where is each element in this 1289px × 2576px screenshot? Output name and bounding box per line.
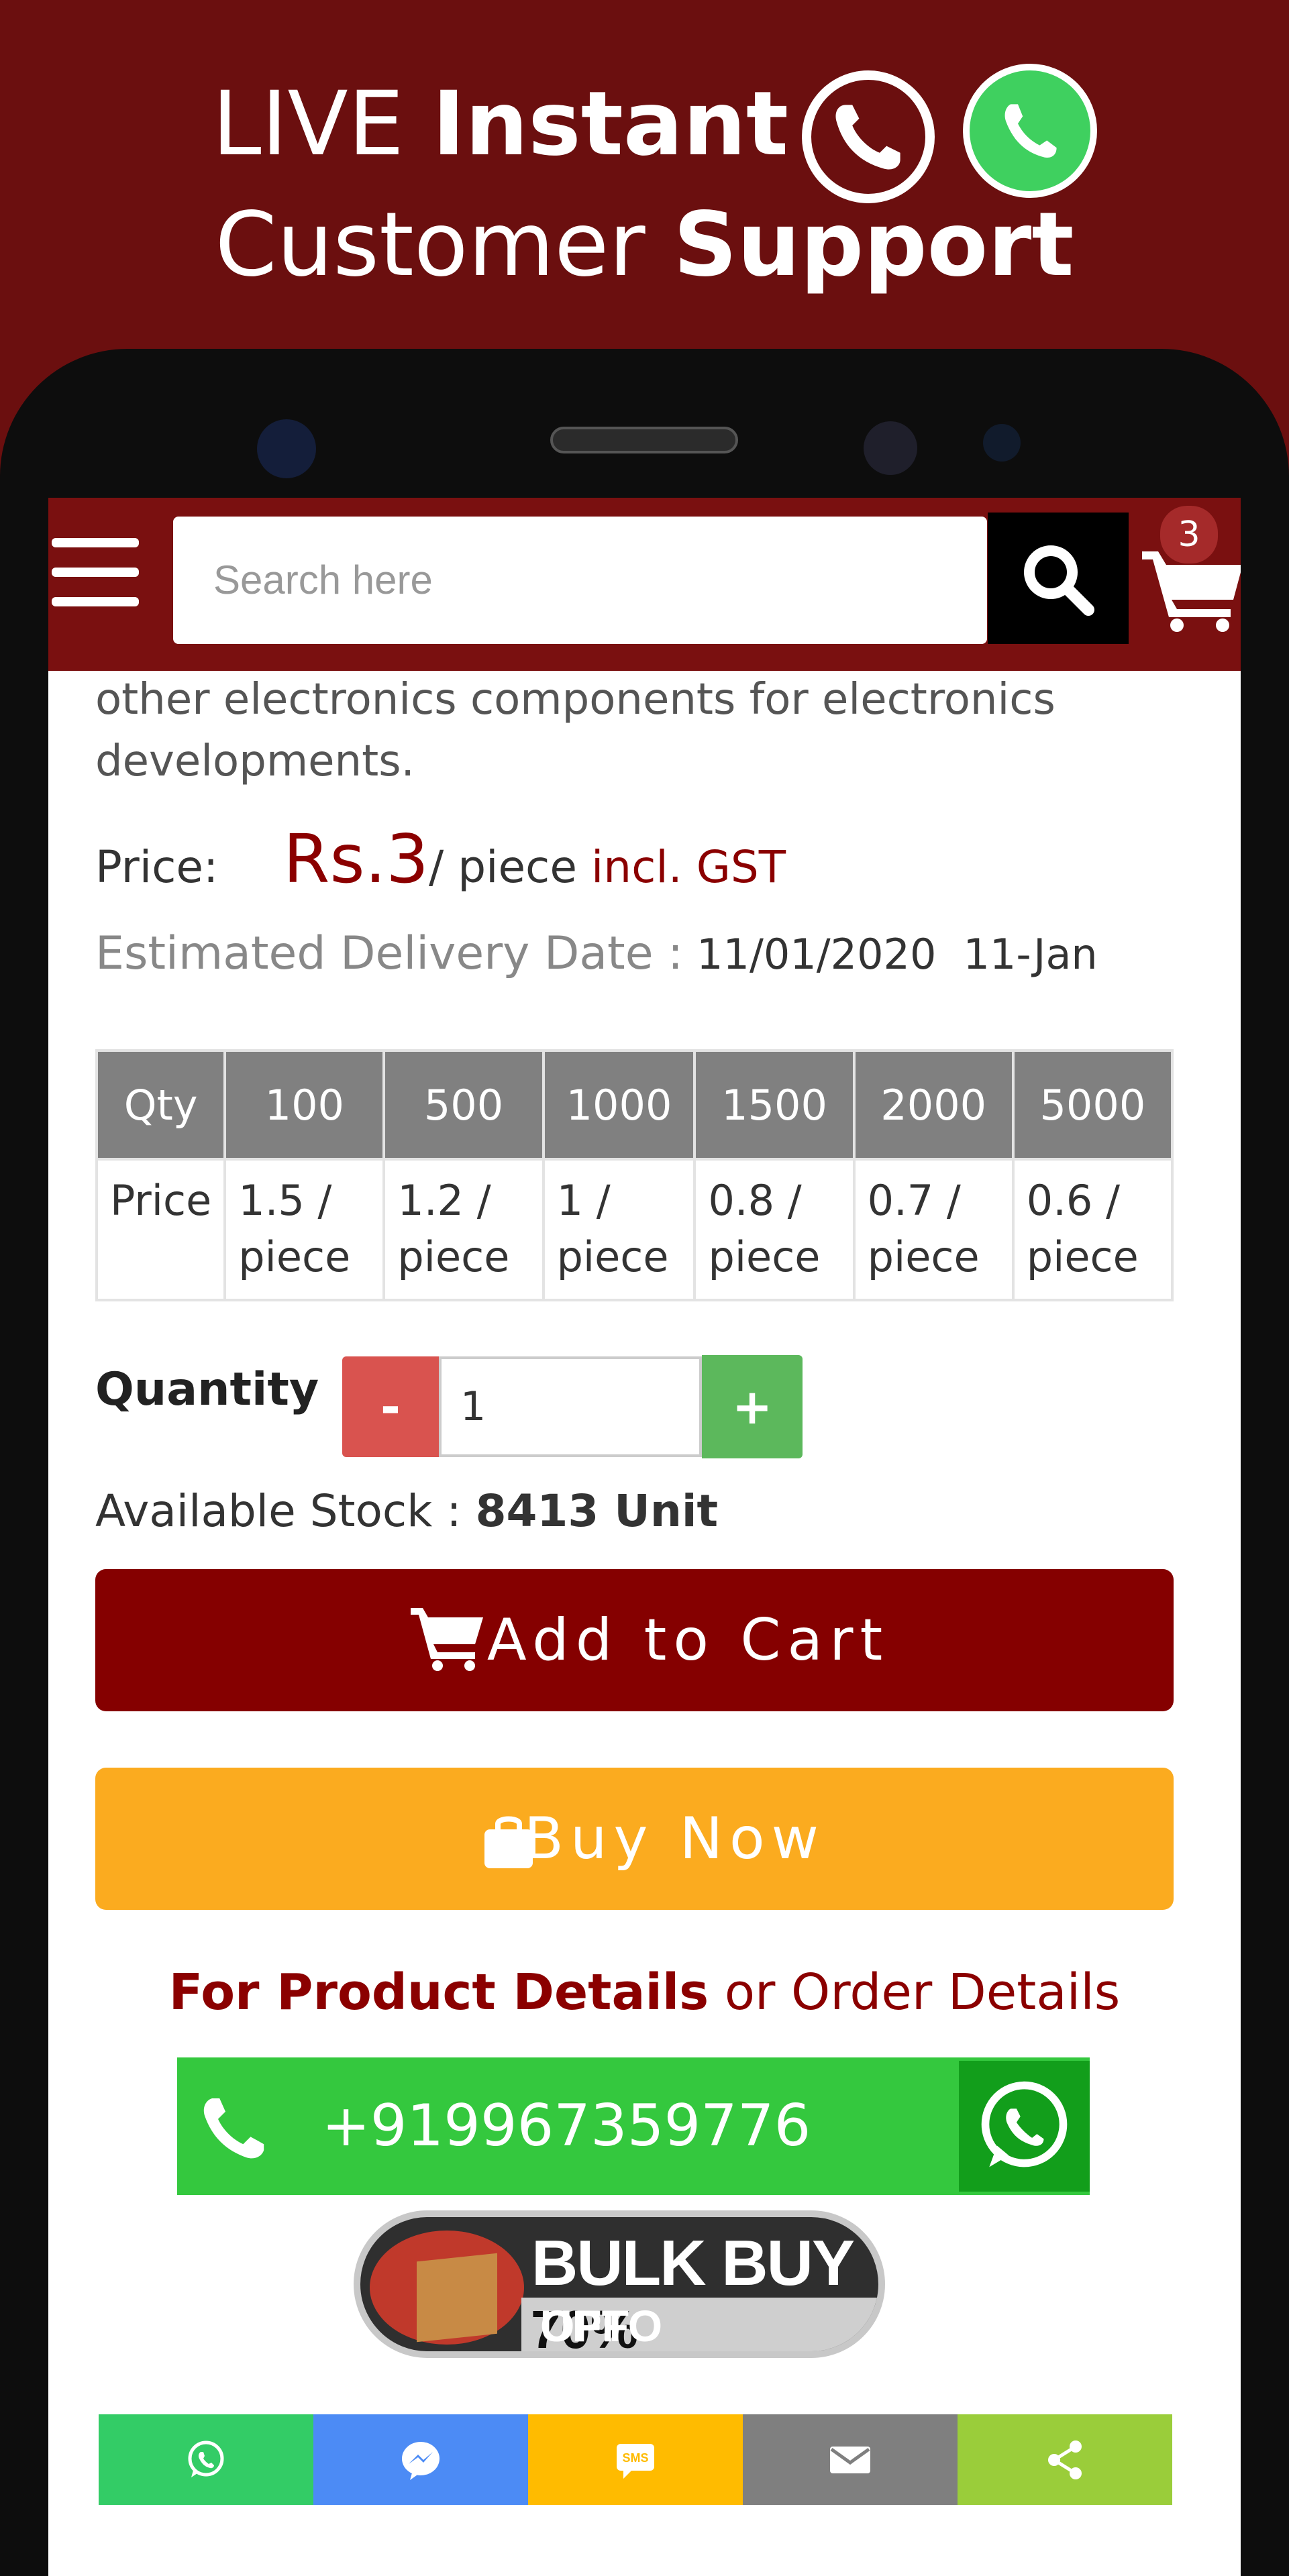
bulk-price-table: Qty 100 500 1000 1500 2000 5000 Price 1.… — [95, 1049, 1174, 1301]
table-cell: 0.7 / piece — [852, 1158, 1015, 1301]
table-header-cell: 5000 — [1011, 1049, 1174, 1161]
quantity-decrease-button[interactable]: - — [342, 1356, 439, 1457]
app-screen: other electronics components for electro… — [48, 498, 1241, 2576]
bulk-buy-banner[interactable]: BULK BUY UPTO 70% OFF — [354, 2210, 885, 2358]
table-cell: 1 / piece — [542, 1158, 697, 1301]
quantity-input[interactable]: 1 — [439, 1356, 702, 1457]
contact-heading-rest: or Order Details — [709, 1964, 1121, 2021]
table-cell: 0.8 / piece — [693, 1158, 856, 1301]
phone-number[interactable]: +919967359776 — [177, 2057, 956, 2195]
price-tax-note: incl. GST — [590, 841, 786, 893]
share-icon — [1048, 2440, 1082, 2479]
add-to-cart-button[interactable]: Add to Cart — [95, 1569, 1174, 1711]
share-sms-button[interactable]: SMS — [528, 2414, 743, 2505]
search-input[interactable]: Search here — [173, 517, 987, 644]
table-header-qty: Qty — [95, 1049, 227, 1161]
search-icon — [1024, 545, 1094, 616]
delivery-date: 11/01/2020 — [697, 930, 937, 979]
bulk-buy-subtitle: UPTO 70% OFF — [521, 2298, 878, 2351]
whatsapp-icon — [963, 64, 1097, 198]
available-stock: Available Stock : 8413 Unit — [95, 1485, 718, 1537]
buy-now-button[interactable]: Buy Now — [95, 1768, 1174, 1910]
product-description: other electronics components for electro… — [95, 675, 1055, 786]
table-row-price-label: Price — [95, 1158, 227, 1301]
share-bar: SMS — [99, 2414, 1172, 2505]
promo-hero-banner: LIVE Instant Customer Support — [0, 0, 1289, 376]
front-camera — [257, 419, 316, 478]
table-header-cell: 2000 — [852, 1049, 1015, 1161]
messenger-icon — [402, 2441, 440, 2480]
quantity-increase-button[interactable]: + — [702, 1355, 803, 1458]
bulk-buy-suffix: OFF — [540, 2301, 629, 2351]
svg-text:SMS: SMS — [622, 2451, 648, 2465]
contact-heading: For Product Details or Order Details — [48, 1964, 1241, 2021]
table-cell: 1.5 / piece — [223, 1158, 386, 1301]
email-icon — [830, 2446, 870, 2473]
delivery-estimate: Estimated Delivery Date : 11/01/2020 11-Ja… — [95, 927, 1098, 980]
table-row: Price 1.5 / piece 1.2 / piece 1 / piece … — [95, 1158, 1174, 1301]
contact-heading-bold: For Product Details — [168, 1964, 709, 2021]
sensor — [864, 421, 917, 475]
hero-title-line2: Customer Support — [0, 195, 1289, 295]
hero-line2-bold: Support — [673, 193, 1074, 297]
stock-value: 8413 Unit — [475, 1485, 718, 1537]
table-header-cell: 100 — [223, 1049, 386, 1161]
table-header-cell: 1500 — [693, 1049, 856, 1161]
package-icon — [370, 2231, 524, 2345]
price-unit: / piece — [429, 841, 591, 893]
earpiece-speaker — [550, 427, 738, 453]
price-row: Price: Rs.3/ piece incl. GST — [95, 820, 786, 898]
bulk-buy-title: BULK BUY — [531, 2227, 855, 2299]
share-whatsapp-button[interactable] — [99, 2414, 313, 2505]
table-header-cell: 500 — [382, 1049, 545, 1161]
table-cell: 1.2 / piece — [382, 1158, 545, 1301]
call-whatsapp-bar[interactable]: +919967359776 — [177, 2057, 1090, 2195]
price-label: Price: — [95, 841, 219, 893]
search-button[interactable] — [988, 513, 1129, 644]
hero-line1-bold: Instant — [432, 72, 789, 176]
hero-line1-light: LIVE — [211, 72, 433, 176]
sensor-small — [983, 424, 1021, 462]
table-cell: 0.6 / piece — [1011, 1158, 1174, 1301]
cart-count-badge: 3 — [1160, 506, 1218, 564]
whatsapp-icon — [188, 2440, 224, 2477]
delivery-day: 11-Jan — [963, 930, 1098, 979]
hamburger-menu-icon[interactable] — [52, 538, 139, 612]
whatsapp-icon — [981, 2081, 1068, 2167]
app-header: Search here 3 — [48, 498, 1241, 671]
phone-call-icon — [802, 70, 935, 203]
table-header-cell: 1000 — [542, 1049, 697, 1161]
delivery-label: Estimated Delivery Date : — [95, 927, 684, 980]
sms-icon: SMS — [617, 2443, 654, 2479]
share-more-button[interactable] — [958, 2414, 1172, 2505]
cart-icon — [411, 1608, 483, 1671]
table-header-row: Qty 100 500 1000 1500 2000 5000 — [95, 1049, 1174, 1161]
share-email-button[interactable] — [743, 2414, 958, 2505]
hero-line2-light: Customer — [215, 193, 674, 297]
stock-label: Available Stock : — [95, 1485, 476, 1537]
quantity-label: Quantity — [95, 1363, 319, 1416]
share-messenger-button[interactable] — [313, 2414, 528, 2505]
whatsapp-button[interactable] — [959, 2061, 1090, 2192]
price-value: Rs.3 — [283, 820, 429, 898]
shopping-bag-icon — [484, 1816, 533, 1868]
